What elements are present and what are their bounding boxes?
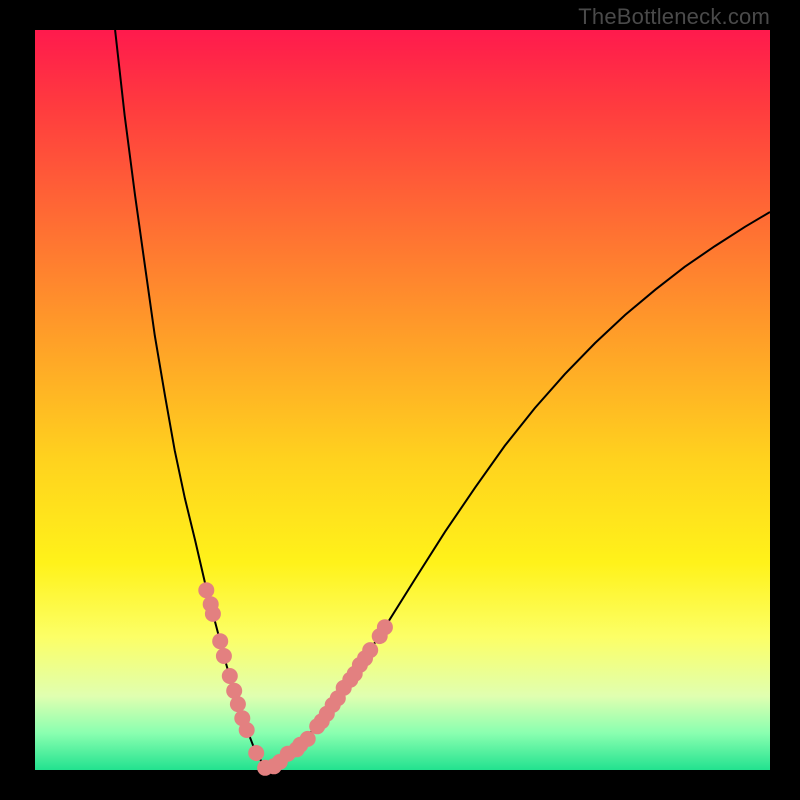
dot [239,722,255,738]
watermark-text: TheBottleneck.com [578,4,770,30]
dot [222,668,238,684]
dot [205,606,221,622]
dot [216,648,232,664]
curve-left-curve [115,30,265,768]
curves-layer [0,0,800,800]
dot [362,642,378,658]
dot [248,745,264,761]
dot [212,633,228,649]
chart-frame: TheBottleneck.com [0,0,800,800]
dot [377,619,393,635]
dot [300,731,316,747]
dot [230,696,246,712]
dot [198,582,214,598]
